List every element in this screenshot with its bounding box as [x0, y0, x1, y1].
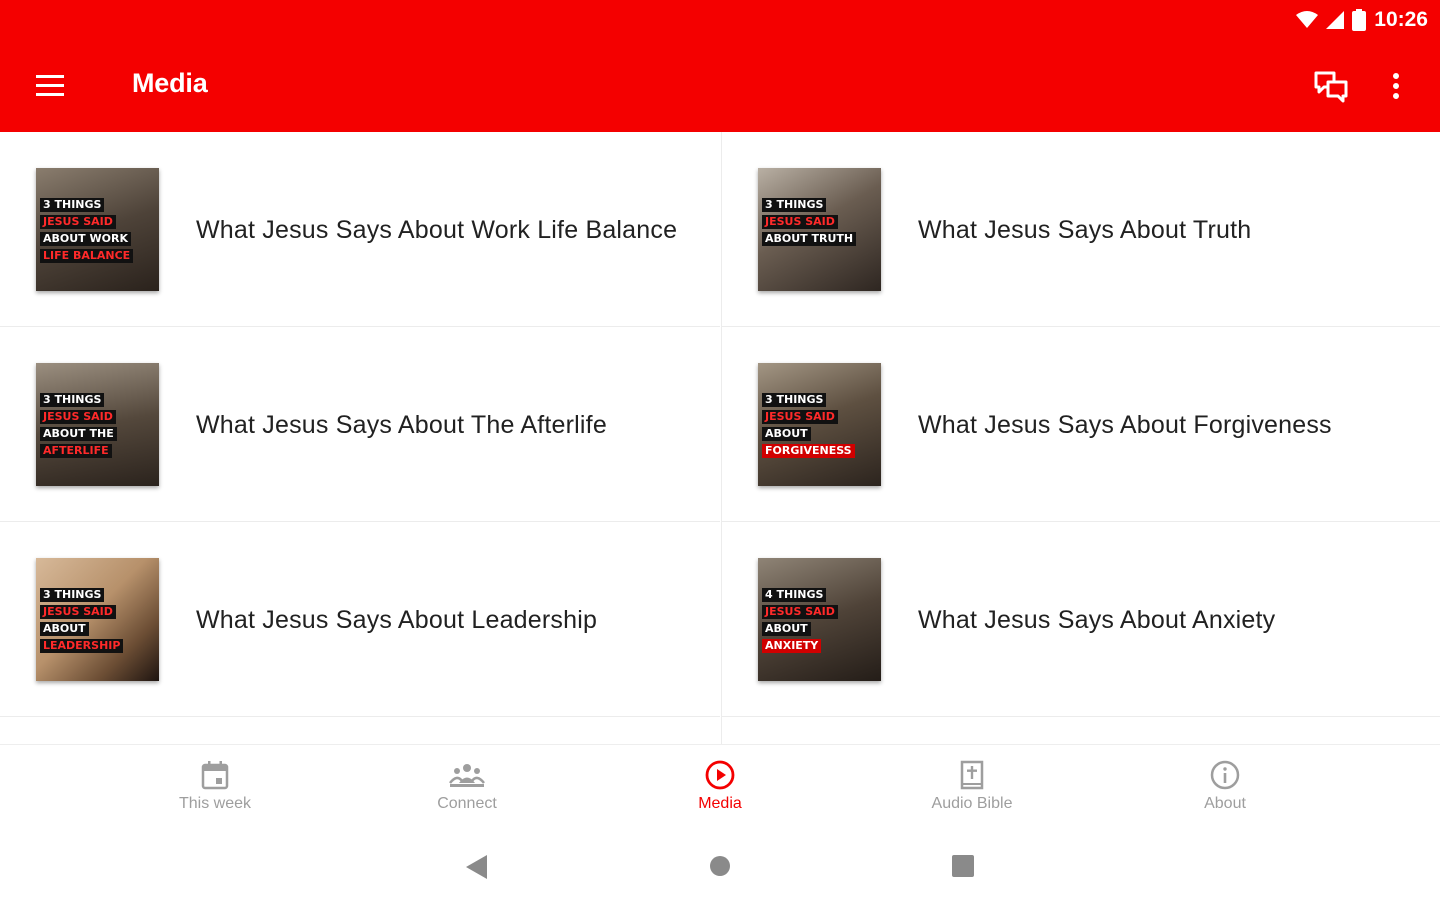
nav-connect[interactable]: Connect — [377, 759, 557, 829]
home-circle-icon — [710, 856, 730, 876]
nav-media[interactable]: Media — [630, 759, 810, 829]
media-title: What Jesus Says About Anxiety — [918, 605, 1276, 634]
more-options-button[interactable] — [1380, 68, 1412, 104]
thumb-word: ABOUT THE — [40, 427, 117, 441]
recents-square-icon — [952, 855, 974, 877]
system-home-button[interactable] — [700, 852, 740, 882]
thumb-word: JESUS SAID — [40, 410, 116, 424]
thumb-word: JESUS SAID — [762, 410, 838, 424]
media-thumbnail: 3 THINGS JESUS SAID ABOUT THE AFTERLIFE — [36, 363, 159, 486]
media-item-truth[interactable]: 3 THINGS JESUS SAID ABOUT TRUTH What Jes… — [722, 132, 1440, 327]
calendar-icon — [201, 761, 229, 790]
media-thumbnail: 3 THINGS JESUS SAID ABOUT LEADERSHIP — [36, 558, 159, 681]
app-bar-row: Media — [0, 48, 1440, 124]
nav-about[interactable]: About — [1135, 759, 1315, 829]
thumb-word: ABOUT — [762, 622, 811, 636]
thumb-word: 3 THINGS — [40, 588, 105, 602]
thumb-word: 4 THINGS — [762, 588, 827, 602]
thumb-word: JESUS SAID — [40, 605, 116, 619]
thumb-word: LIFE BALANCE — [40, 249, 134, 263]
nav-label: About — [1204, 795, 1246, 812]
group-icon — [449, 764, 485, 787]
back-triangle-icon — [466, 855, 487, 879]
media-title: What Jesus Says About The Afterlife — [196, 410, 607, 439]
bottom-navigation: This week Connect Media Audio Bible Abou… — [0, 744, 1440, 832]
nav-label: Audio Bible — [931, 795, 1013, 812]
system-navigation-bar — [0, 832, 1440, 900]
thumb-word: ANXIETY — [762, 639, 822, 653]
chat-button[interactable] — [1312, 68, 1352, 104]
bible-icon — [960, 760, 984, 790]
media-thumbnail: 4 THINGS JESUS SAID ABOUT ANXIETY — [758, 558, 881, 681]
system-back-button[interactable] — [460, 852, 500, 882]
media-title: What Jesus Says About Truth — [918, 215, 1252, 244]
nav-label: This week — [178, 795, 252, 812]
thumb-word: JESUS SAID — [762, 605, 838, 619]
play-circle-icon — [705, 760, 735, 790]
thumb-word: ABOUT — [40, 622, 89, 636]
row-divider — [722, 716, 1440, 717]
menu-button[interactable] — [34, 68, 74, 104]
more-vert-icon — [1393, 73, 1399, 99]
thumb-word: ABOUT TRUTH — [762, 232, 857, 246]
media-title: What Jesus Says About Forgiveness — [918, 410, 1332, 439]
media-item-work-life-balance[interactable]: 3 THINGS JESUS SAID ABOUT WORK LIFE BALA… — [0, 132, 720, 327]
thumb-word: 3 THINGS — [762, 393, 827, 407]
thumb-word: ABOUT WORK — [40, 232, 131, 246]
media-thumbnail: 3 THINGS JESUS SAID ABOUT FORGIVENESS — [758, 363, 881, 486]
signal-icon — [1326, 11, 1345, 29]
thumb-word: 3 THINGS — [762, 198, 827, 212]
media-item-leadership[interactable]: 3 THINGS JESUS SAID ABOUT LEADERSHIP Wha… — [0, 522, 720, 717]
wifi-icon — [1296, 11, 1319, 28]
page-title: Media — [132, 68, 208, 98]
media-thumbnail: 3 THINGS JESUS SAID ABOUT TRUTH — [758, 168, 881, 291]
thumb-word: JESUS SAID — [762, 215, 838, 229]
thumb-word: LEADERSHIP — [40, 639, 124, 653]
media-thumbnail: 3 THINGS JESUS SAID ABOUT WORK LIFE BALA… — [36, 168, 159, 291]
hamburger-icon — [36, 75, 64, 96]
media-title: What Jesus Says About Work Life Balance — [196, 215, 678, 244]
media-item-forgiveness[interactable]: 3 THINGS JESUS SAID ABOUT FORGIVENESS Wh… — [722, 327, 1440, 522]
info-icon — [1210, 760, 1240, 790]
nav-label: Media — [698, 795, 742, 812]
status-time: 10:26 — [1374, 8, 1428, 31]
thumb-word: ABOUT — [762, 427, 811, 441]
media-item-anxiety[interactable]: 4 THINGS JESUS SAID ABOUT ANXIETY What J… — [722, 522, 1440, 717]
chat-icon — [1314, 71, 1348, 103]
media-item-afterlife[interactable]: 3 THINGS JESUS SAID ABOUT THE AFTERLIFE … — [0, 327, 720, 522]
status-bar: 10:26 — [1296, 6, 1428, 34]
thumb-word: JESUS SAID — [40, 215, 116, 229]
nav-label: Connect — [437, 795, 497, 812]
battery-icon — [1352, 9, 1367, 31]
row-divider — [0, 716, 720, 717]
nav-this-week[interactable]: This week — [125, 759, 305, 829]
media-title: What Jesus Says About Leadership — [196, 605, 598, 634]
top-app-bar: 10:26 Media — [0, 0, 1440, 132]
thumb-word: FORGIVENESS — [762, 444, 855, 458]
nav-audio-bible[interactable]: Audio Bible — [882, 759, 1062, 829]
thumb-word: 3 THINGS — [40, 198, 105, 212]
thumb-word: 3 THINGS — [40, 393, 105, 407]
system-recents-button[interactable] — [943, 852, 983, 882]
thumb-word: AFTERLIFE — [40, 444, 112, 458]
